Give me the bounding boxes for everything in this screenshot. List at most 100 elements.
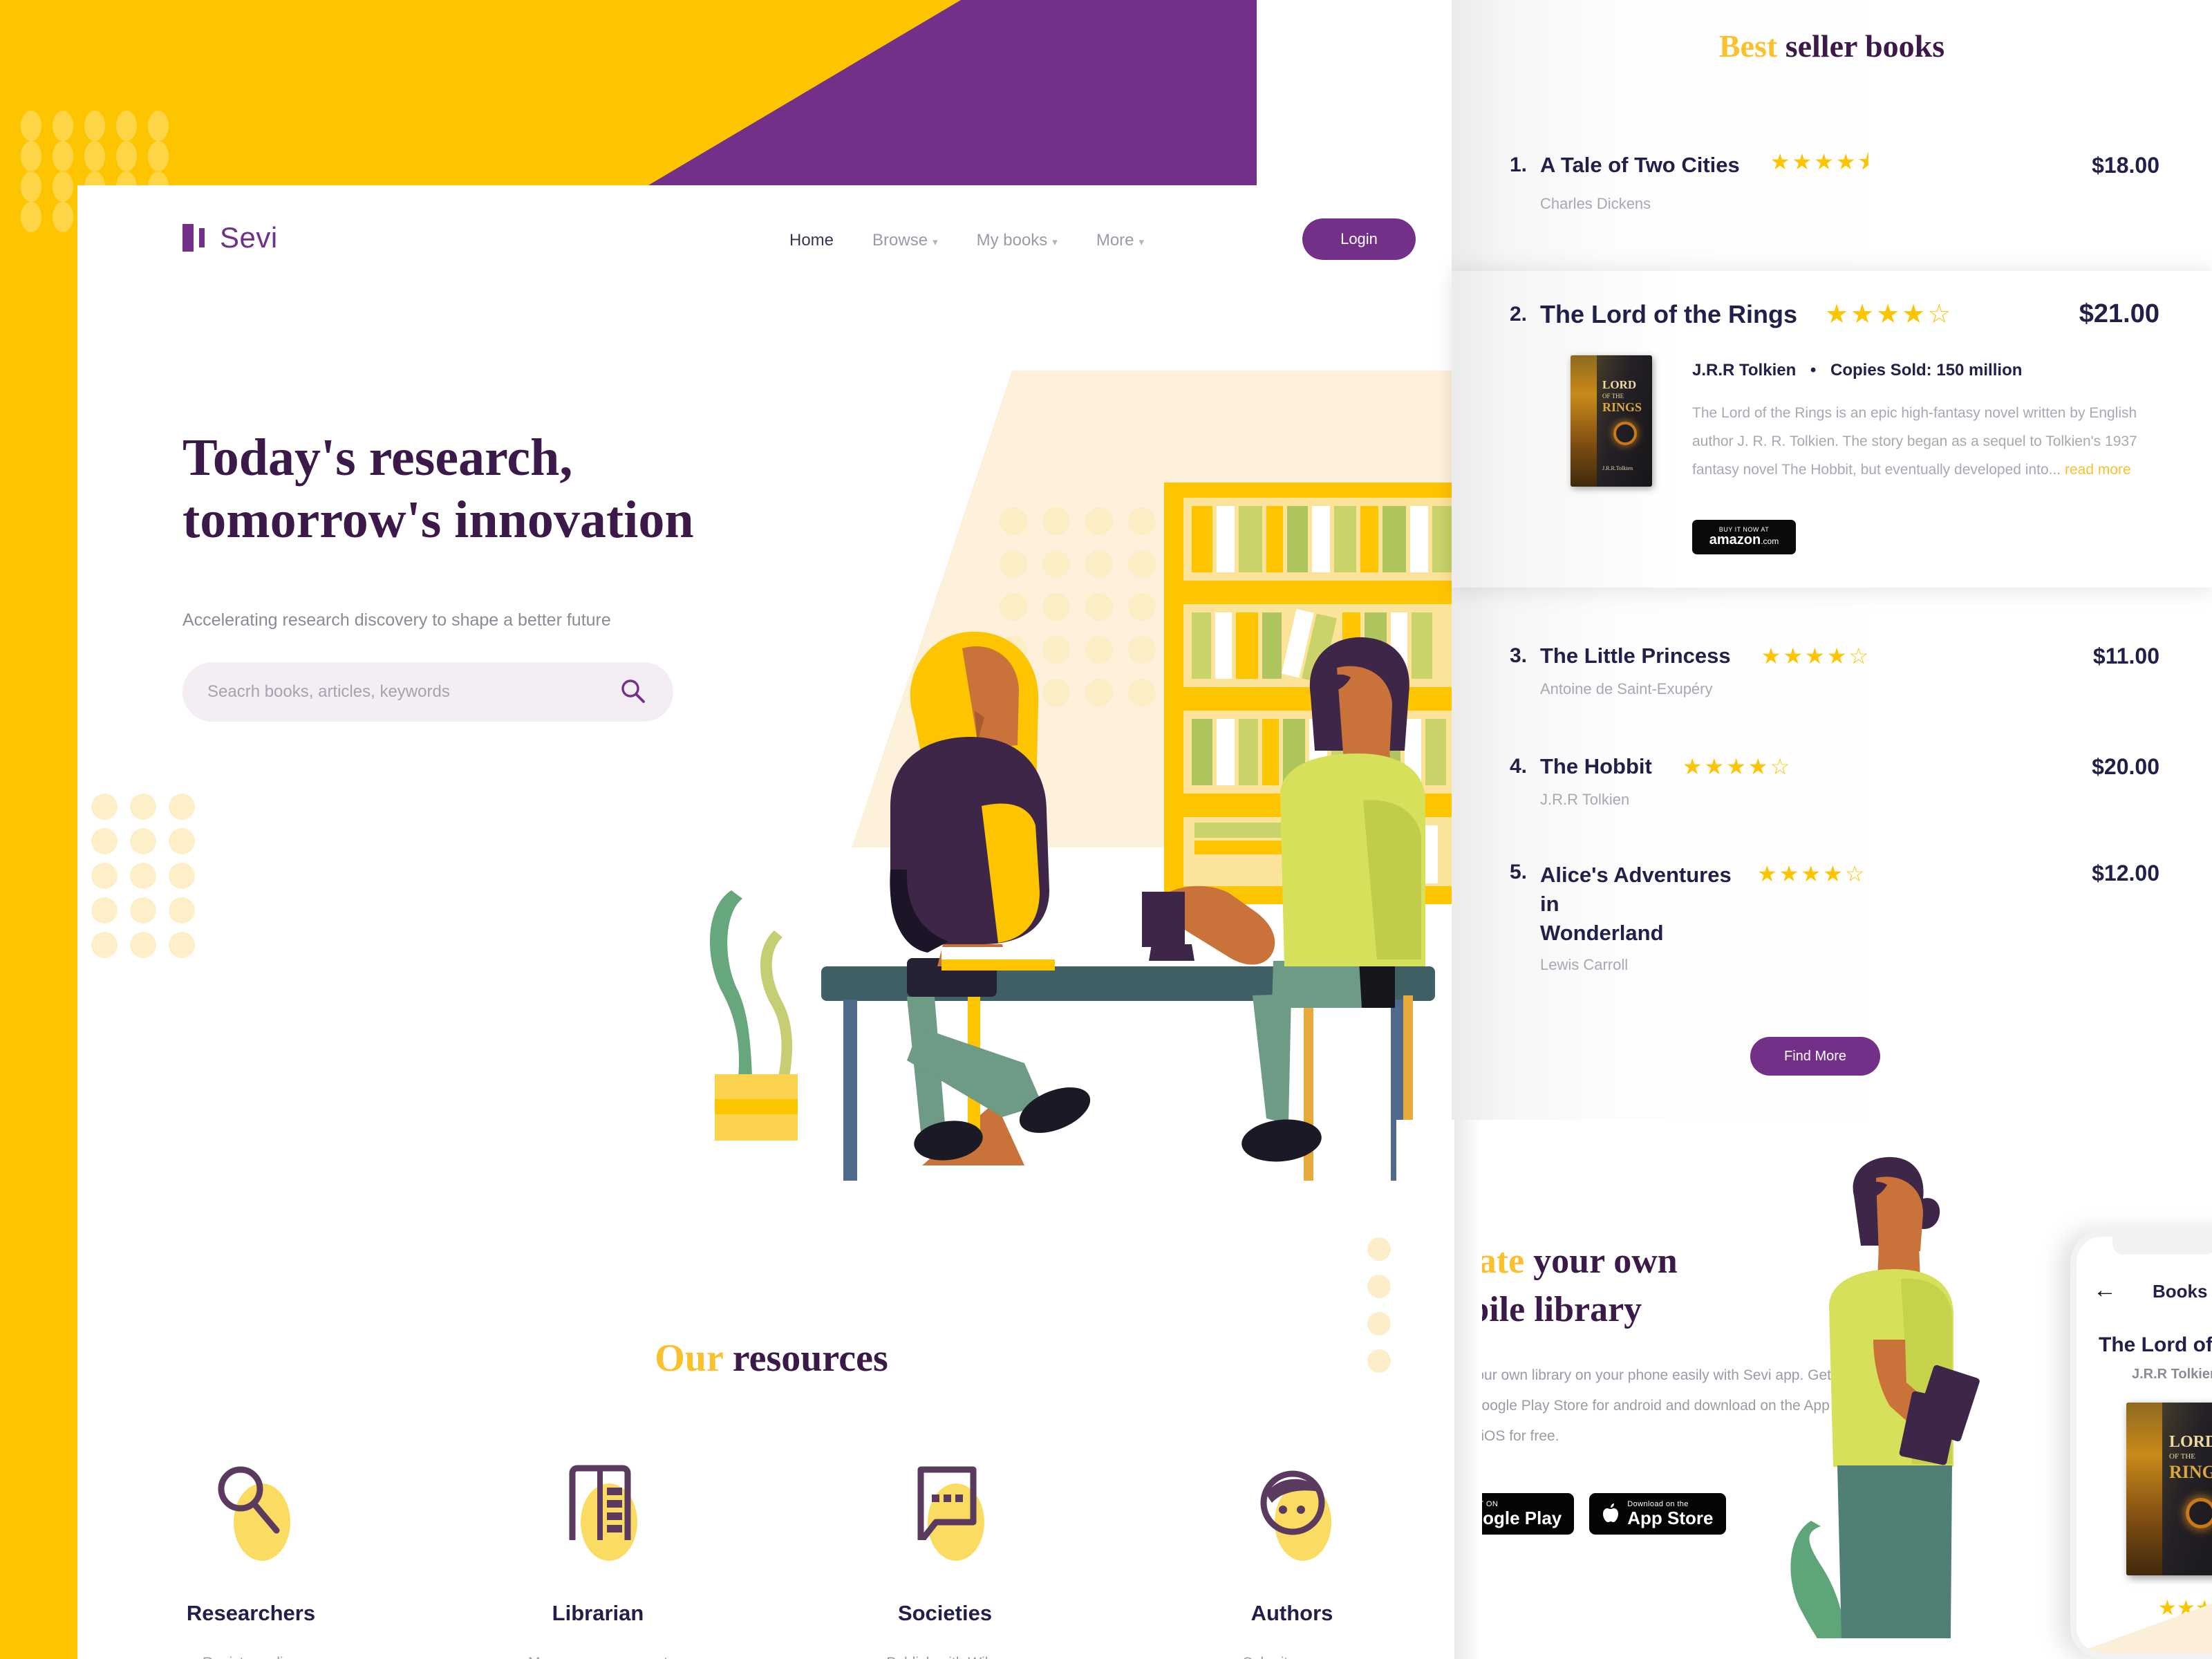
hero-title-line2: tomorrow's innovation [182,490,694,549]
book-price: $11.00 [2092,643,2159,668]
rating-stars: ★★★★☆ [1682,754,1792,779]
read-more-link[interactable]: read more [2065,462,2131,478]
cover-title-lord: LORD [2169,1433,2212,1451]
book-spine [1571,355,1597,487]
cover-title-lord: LORD [1602,378,1637,391]
best-seller-row[interactable]: 1. A Tale of Two Cities ★★★★⯨ $18.00 Cha… [1452,147,2212,213]
woman-reading-figure [890,631,1091,1165]
bullet-separator: • [1810,361,1817,379]
phone-book-cover: LORD OF THE RINGS [2126,1403,2212,1575]
resource-title: Societies [897,1601,993,1625]
rank-number: 4. [1510,755,1528,778]
copies-sold: Copies Sold: 150 million [1830,361,2023,379]
nav-item-more[interactable]: More ▾ [1096,231,1144,250]
resource-card-researchers[interactable]: Researchers Register online Discover too… [77,1464,424,1659]
best-seller-title: Best seller books [1452,28,2212,64]
best-seller-row[interactable]: 4. The Hobbit ★★★★☆ $20.00 J.R.R Tolkien [1452,753,2212,809]
rating-stars: ★★★★☆ [1761,644,1871,668]
one-ring-icon [2186,1498,2212,1528]
search-input[interactable] [207,682,618,702]
mobile-section-left-mask [1396,1120,1454,1659]
best-seller-title-accent: Best [1718,28,1778,64]
cover-title-rings: RINGS [2169,1462,2212,1482]
cover-author: J.R.R.Tolkien [1602,465,1633,471]
panel-edge-shadow [1452,1120,1482,1659]
book-description: The Lord of the Rings is an epic high-fa… [1692,400,2162,485]
book-title-line2: Wonderland [1540,920,1664,945]
best-seller-row-expanded[interactable]: 2. The Lord of the Rings ★★★★☆ $21.00 LO… [1452,271,2212,588]
best-seller-row[interactable]: 3. The Little Princess ★★★★☆ $11.00 Anto… [1452,643,2212,698]
resources-section-title: Our resources [77,1336,1465,1380]
apple-icon [1603,1503,1619,1522]
book-meta: J.R.R Tolkien • Copies Sold: 150 million [1692,361,2022,380]
brand-logo[interactable]: Sevi [182,221,278,254]
book-author: Lewis Carroll [1540,955,1629,973]
cover-title-rings: RINGS [1602,400,1642,414]
resource-title: Librarian [552,1601,644,1625]
resources-title-accent: Our [655,1337,723,1380]
nav-item-my-books[interactable]: My books ▾ [977,231,1058,250]
nav-links: Home Browse ▾ My books ▾ More ▾ [789,231,1144,250]
rank-number: 2. [1510,302,1528,326]
login-button[interactable]: Login [1302,218,1416,260]
main-content-card: Sevi Home Browse ▾ My books ▾ More ▾ Login … [77,185,1465,1659]
book-title-line1: Alice's Adventures in [1540,863,1732,916]
left-yellow-stripe [0,0,77,1659]
chevron-down-icon: ▾ [1138,236,1145,248]
resource-link[interactable]: Submit a paper [1243,1648,1341,1659]
nav-item-browse[interactable]: Browse ▾ [872,231,938,250]
rank-number: 1. [1510,153,1528,176]
book-spine [2126,1403,2162,1575]
resource-card-societies[interactable]: Societies Publish with Wiley Explore our… [771,1464,1118,1659]
book-title: The Hobbit [1540,754,1652,778]
phone-book-title: The Lord of the Rings [2099,1333,2212,1356]
best-seller-row[interactable]: 5. Alice's Adventures in Wonderland ★★★★… [1452,861,2212,974]
chat-bubble-icon [917,1466,977,1540]
phone-mockup: ← Books The Lord of the Rings J.R.R Tolk… [2070,1230,2212,1659]
book-title: A Tale of Two Cities [1540,153,1740,177]
resource-link[interactable]: Register online [203,1648,299,1659]
book-title: Alice's Adventures in Wonderland [1540,861,1747,948]
book-price: $18.00 [2092,152,2159,178]
search-bar[interactable] [182,662,673,722]
brand-name: Sevi [220,221,278,254]
book-author: Antoine de Saint-Exupéry [1540,680,1713,697]
amazon-buy-badge[interactable]: BUY IT NOW AT amazon.com [1692,520,1796,554]
find-more-button[interactable]: Find More [1750,1037,1880,1076]
top-navigation-bar: Sevi Home Browse ▾ My books ▾ More ▾ Login [77,185,1465,317]
resource-link[interactable]: Publish with Wiley [886,1648,1003,1659]
resource-card-librarian[interactable]: Librarian Manage your account View produ… [424,1464,771,1659]
best-seller-title-rest: seller books [1785,28,1945,64]
page-title: Today's research, tomorrow's innovation [182,427,874,551]
book-author: Charles Dickens [1540,195,1651,212]
book-title: The Little Princess [1540,644,1731,668]
badge-amazon-suffix: .com [1761,536,1779,546]
library-reading-illustration [709,482,1465,1181]
phone-book-author: J.R.R Tolkien [2132,1367,2212,1382]
resource-title: Researchers [186,1601,316,1625]
rating-stars: ★★★★☆ [1824,300,1953,329]
app-store-badge[interactable]: Download on the App Store [1589,1493,1726,1535]
magnifier-icon [218,1466,280,1534]
book-price: $21.00 [2079,299,2159,328]
researchers-icon-wrap [199,1464,303,1561]
book-author: J.R.R Tolkien [1692,361,1797,379]
authors-icon-wrap [1240,1464,1344,1561]
phone-cream-shape [2077,1570,2212,1653]
search-icon[interactable] [618,677,648,707]
book-price: $20.00 [2092,753,2159,779]
book-title: The Lord of the Rings [1540,299,1797,328]
best-seller-panel: Best seller books 1. A Tale of Two Citie… [1452,0,2212,1120]
badge-amazon-text: amazon [1709,532,1761,547]
resource-link[interactable]: Manage your account [528,1648,668,1659]
rating-stars: ★★★★☆ [1757,861,1867,886]
book-open-icon [569,1465,631,1540]
author-face-icon [1260,1470,1325,1535]
phone-screen-header: Books [2153,1281,2208,1302]
nav-item-home[interactable]: Home [789,231,834,250]
one-ring-icon [1613,422,1637,445]
arrow-left-icon[interactable]: ← [2093,1277,2117,1304]
logo-bars-icon [182,224,205,252]
mobile-title-rest: your own [1533,1241,1678,1281]
potted-plant-icon [709,890,798,1141]
